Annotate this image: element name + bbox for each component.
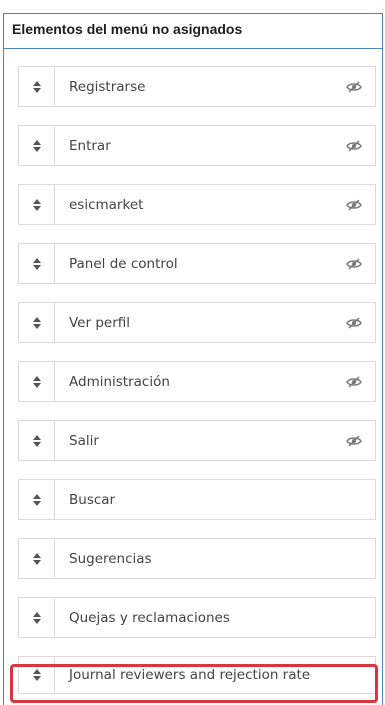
sort-arrows-icon: [32, 611, 41, 624]
menu-item-journal-reviewers[interactable]: Journal reviewers and rejection rate: [18, 656, 376, 694]
eye-slash-icon[interactable]: [346, 375, 362, 388]
menu-item-label: Quejas y reclamaciones: [69, 609, 230, 626]
unassigned-menu-items-panel: Elementos del menú no asignados Registra…: [3, 13, 383, 705]
menu-item-label: Registrarse: [69, 78, 146, 95]
drag-handle[interactable]: [19, 185, 55, 224]
panel-title: Elementos del menú no asignados: [4, 14, 382, 49]
menu-item-entrar[interactable]: Entrar: [18, 125, 376, 166]
menu-item-label: Entrar: [69, 137, 111, 154]
sort-arrows-icon: [32, 375, 41, 388]
sort-arrows-icon: [32, 316, 41, 329]
drag-handle[interactable]: [19, 126, 55, 165]
menu-item-salir[interactable]: Salir: [18, 420, 376, 461]
menu-item-label: Panel de control: [69, 255, 178, 272]
eye-slash-icon[interactable]: [346, 198, 362, 211]
drag-handle[interactable]: [19, 421, 55, 460]
menu-item-registrarse[interactable]: Registrarse: [18, 66, 376, 107]
menu-item-ver-perfil[interactable]: Ver perfil: [18, 302, 376, 343]
sort-arrows-icon: [32, 80, 41, 93]
eye-slash-icon[interactable]: [346, 139, 362, 152]
eye-slash-icon[interactable]: [346, 80, 362, 93]
drag-handle[interactable]: [19, 303, 55, 342]
menu-item-label: Administración: [69, 373, 170, 390]
drag-handle[interactable]: [19, 362, 55, 401]
menu-item-esicmarket[interactable]: esicmarket: [18, 184, 376, 225]
eye-slash-icon[interactable]: [346, 434, 362, 447]
drag-handle[interactable]: [19, 244, 55, 283]
menu-item-label: Sugerencias: [69, 550, 152, 567]
drag-handle[interactable]: [19, 67, 55, 106]
sort-arrows-icon: [32, 198, 41, 211]
sort-arrows-icon: [32, 257, 41, 270]
sort-arrows-icon: [32, 552, 41, 565]
menu-item-quejas-y-reclamaciones[interactable]: Quejas y reclamaciones: [18, 597, 376, 638]
eye-slash-icon[interactable]: [346, 257, 362, 270]
drag-handle[interactable]: [19, 598, 55, 637]
menu-item-sugerencias[interactable]: Sugerencias: [18, 538, 376, 579]
menu-item-label: Buscar: [69, 491, 116, 508]
menu-item-label: esicmarket: [69, 196, 144, 213]
drag-handle[interactable]: [19, 657, 55, 693]
menu-item-label: Journal reviewers and rejection rate: [69, 667, 311, 683]
menu-item-label: Ver perfil: [69, 314, 131, 331]
sort-arrows-icon: [32, 493, 41, 506]
sort-arrows-icon: [32, 139, 41, 152]
eye-slash-icon[interactable]: [346, 316, 362, 329]
menu-item-label: Salir: [69, 432, 99, 449]
sort-arrows-icon: [32, 669, 41, 681]
drag-handle[interactable]: [19, 539, 55, 578]
menu-item-administracion[interactable]: Administración: [18, 361, 376, 402]
menu-item-panel-de-control[interactable]: Panel de control: [18, 243, 376, 284]
menu-item-buscar[interactable]: Buscar: [18, 479, 376, 520]
sort-arrows-icon: [32, 434, 41, 447]
drag-handle[interactable]: [19, 480, 55, 519]
